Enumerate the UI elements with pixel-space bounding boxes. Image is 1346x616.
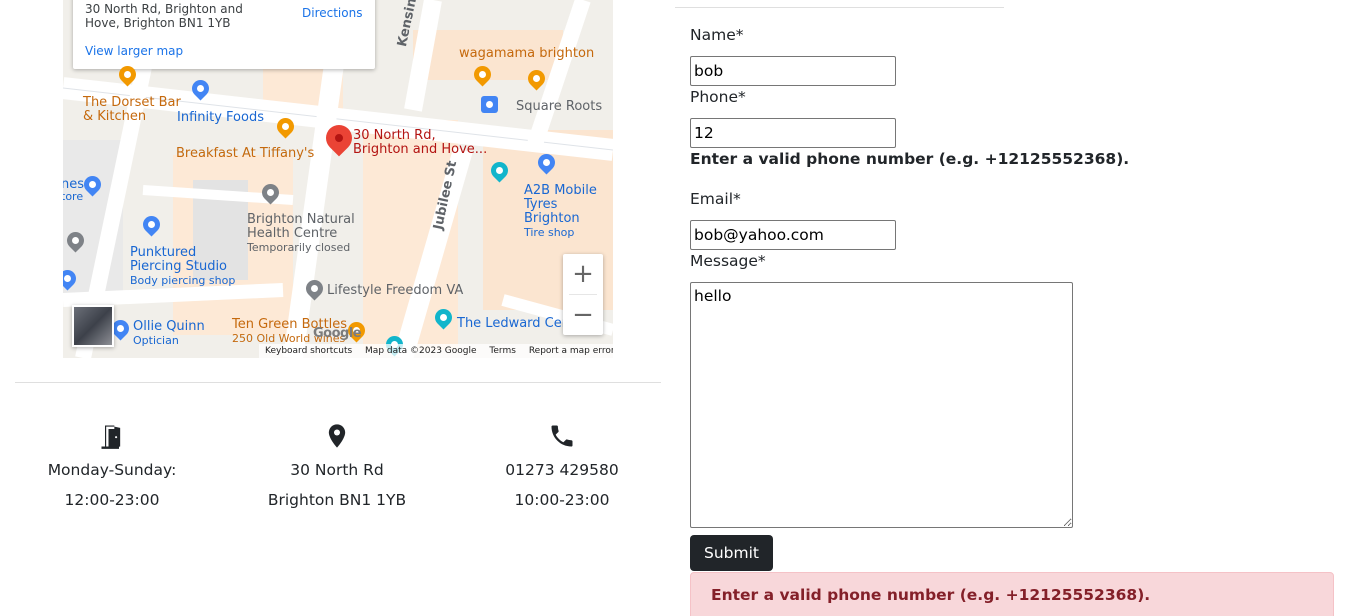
keyboard-shortcuts-link[interactable]: Keyboard shortcuts [265,346,352,356]
satellite-toggle-button[interactable] [72,305,114,347]
error-alert: Enter a valid phone number (e.g. +121255… [690,572,1334,616]
bus-stop-icon[interactable] [481,96,498,113]
phone-input[interactable] [690,118,896,148]
phone-label: Phone* [690,88,746,106]
section-divider [15,382,661,383]
poi-natural-health-subtitle: Temporarily closed [247,241,351,254]
poi-a2b-subtitle: Tire shop [524,226,575,239]
map-attribution-bar: Keyboard shortcuts Map data ©2023 Google… [259,344,613,358]
poi-brighton-natural-health[interactable]: Brighton Natural Health Centre Temporari… [247,213,362,255]
map-pin-icon [227,422,447,450]
poi-ollie-subtitle: Optician [133,334,179,347]
info-hours: Monday-Sunday: 12:00-23:00 [2,422,222,510]
map-info-card: 30 North Rd, Brighton and Hove, Brighton… [73,0,375,69]
map-data-text: Map data ©2023 Google [365,346,477,356]
name-input[interactable] [690,56,896,86]
name-label: Name* [690,26,744,44]
poi-square-roots[interactable]: Square Roots [516,100,602,114]
email-input[interactable] [690,220,896,250]
hours-time: 12:00-23:00 [64,491,160,509]
poi-wagamama[interactable]: wagamama brighton [459,47,594,61]
poi-ledward[interactable]: The Ledward Cer [457,317,567,331]
directions-link[interactable]: Directions [302,6,362,20]
address-city: Brighton BN1 1YB [267,491,407,509]
hours-days: Monday-Sunday: [47,461,177,479]
poi-infinity-foods[interactable]: Infinity Foods [177,111,264,125]
message-label: Message* [690,252,766,270]
phone-number: 01273 429580 [505,461,619,479]
submit-button[interactable]: Submit [690,535,773,571]
door-open-icon [2,422,222,450]
poi-punktured[interactable]: Punktured Piercing Studio Body piercing … [130,246,235,288]
poi-ollie-quinn[interactable]: Ollie Quinn Optician [133,320,205,348]
poi-location-label[interactable]: 30 North Rd, Brighton and Hove... [353,129,488,157]
poi-natural-health-name: Brighton Natural Health Centre [247,212,355,241]
address-street: 30 North Rd [290,461,384,479]
poi-breakfast-at-tiffanys[interactable]: Breakfast At Tiffany's [176,147,314,161]
poi-ollie-name: Ollie Quinn [133,319,205,334]
poi-lifestyle-freedom[interactable]: Lifestyle Freedom VA [327,284,463,298]
poi-tore[interactable]: tore [63,190,83,204]
poi-a2b-name: A2B Mobile Tyres Brighton [524,183,597,226]
form-top-divider [675,7,1004,8]
poi-punktured-name: Punktured Piercing Studio [130,245,228,274]
report-map-error-link[interactable]: Report a map error [529,346,613,356]
poi-punktured-subtitle: Body piercing shop [130,274,236,287]
map-card-address: 30 North Rd, Brighton and Hove, Brighton… [85,2,243,30]
phone-icon [452,422,672,450]
zoom-in-button[interactable]: + [563,254,603,294]
embedded-map[interactable]: 30 North Rd, Brighton and Hove, Brighton… [63,0,613,358]
phone-hours: 10:00-23:00 [514,491,610,509]
zoom-controls: + − [563,254,603,335]
phone-error-message: Enter a valid phone number (e.g. +121255… [690,150,1130,168]
info-phone: 01273 429580 10:00-23:00 [452,422,672,510]
terms-link[interactable]: Terms [489,346,516,356]
poi-a2b-mobile-tyres[interactable]: A2B Mobile Tyres Brighton Tire shop [524,184,613,240]
zoom-out-button[interactable]: − [563,295,603,335]
view-larger-map-link[interactable]: View larger map [85,44,183,58]
info-address: 30 North Rd Brighton BN1 1YB [227,422,447,510]
google-logo: Google [313,326,362,341]
email-label: Email* [690,190,741,208]
poi-the-dorset[interactable]: The Dorset Bar & Kitchen [83,96,183,124]
message-textarea[interactable]: hello [690,282,1073,528]
